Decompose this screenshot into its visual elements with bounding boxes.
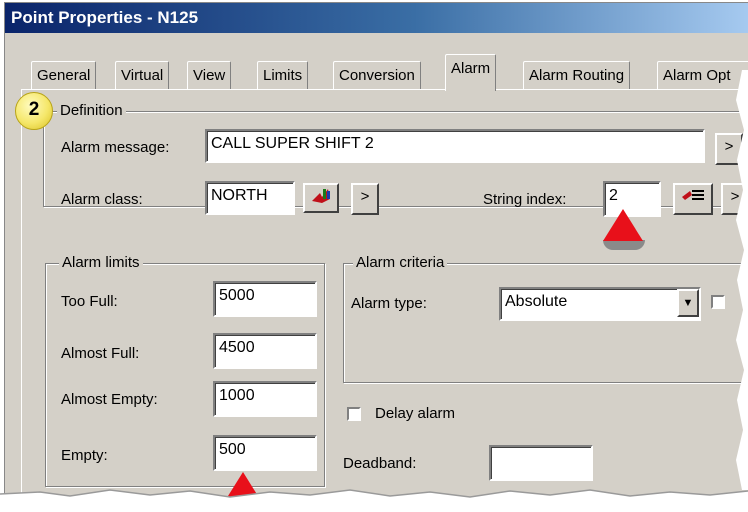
title-bar[interactable]: Point Properties - N125 [5, 3, 748, 33]
string-index-picker-button[interactable] [673, 183, 713, 215]
tab-label: Limits [263, 67, 303, 84]
deadband-input[interactable] [489, 445, 593, 481]
red-marker-icon [603, 209, 643, 241]
alarm-limits-group-label: Alarm limits [59, 254, 143, 271]
too-full-input[interactable]: 5000 [213, 281, 317, 317]
tab-label: General [37, 67, 91, 84]
almost-full-label: Almost Full: [61, 345, 140, 362]
alarm-criteria-group-label: Alarm criteria [353, 254, 448, 271]
alarm-type-label: Alarm type: [351, 295, 427, 312]
alarm-message-input[interactable]: CALL SUPER SHIFT 2 [205, 129, 705, 163]
tab-virtual[interactable]: Virtual [115, 61, 170, 90]
tab-view[interactable]: View [187, 61, 232, 90]
torn-edge-bottom [0, 489, 748, 512]
alarm-criteria-option-checkbox[interactable] [711, 295, 725, 309]
tab-label: Alarm [451, 60, 491, 77]
tab-label: Virtual [121, 67, 164, 84]
definition-group-label: Definition [57, 102, 126, 119]
tab-general[interactable]: General [31, 61, 97, 90]
point-properties-window: Point Properties - N125 General Virtual … [4, 2, 748, 499]
almost-full-input[interactable]: 4500 [213, 333, 317, 369]
tab-label: View [193, 67, 226, 84]
alarm-type-select[interactable]: Absolute ▼ [499, 287, 701, 321]
alarm-type-selected-value: Absolute [505, 293, 568, 310]
empty-label: Empty: [61, 447, 108, 464]
alarm-criteria-group [343, 263, 748, 383]
tab-limits[interactable]: Limits [257, 61, 309, 90]
tab-label: Alarm Routing [529, 67, 625, 84]
almost-empty-input[interactable]: 1000 [213, 381, 317, 417]
alarm-class-label: Alarm class: [61, 191, 143, 208]
almost-empty-label: Almost Empty: [61, 391, 158, 408]
too-full-label: Too Full: [61, 293, 118, 310]
alarm-message-label: Alarm message: [61, 139, 170, 156]
alarm-class-input[interactable]: NORTH [205, 181, 295, 215]
string-picker-icon [682, 190, 704, 200]
tab-label: Conversion [339, 67, 415, 84]
tab-alarm[interactable]: Alarm [445, 54, 497, 91]
tab-alarm-routing[interactable]: Alarm Routing [523, 61, 631, 90]
delay-alarm-label: Delay alarm [375, 405, 456, 422]
chevron-down-icon[interactable]: ▼ [677, 289, 699, 317]
string-index-label: String index: [483, 191, 567, 208]
marker-shadow [603, 240, 645, 250]
empty-input[interactable]: 500 [213, 435, 317, 471]
window-title: Point Properties - N125 [11, 8, 199, 27]
class-picker-icon [312, 189, 330, 203]
tab-label: Alarm Opt [663, 67, 731, 84]
step-number-badge: 2 [15, 92, 53, 130]
alarm-class-next-button[interactable]: > [351, 183, 379, 215]
alarm-class-picker-button[interactable] [303, 183, 339, 213]
tab-conversion[interactable]: Conversion [333, 61, 421, 90]
torn-edge-right [736, 70, 748, 490]
delay-alarm-checkbox[interactable] [347, 407, 361, 421]
deadband-label: Deadband: [343, 455, 417, 472]
